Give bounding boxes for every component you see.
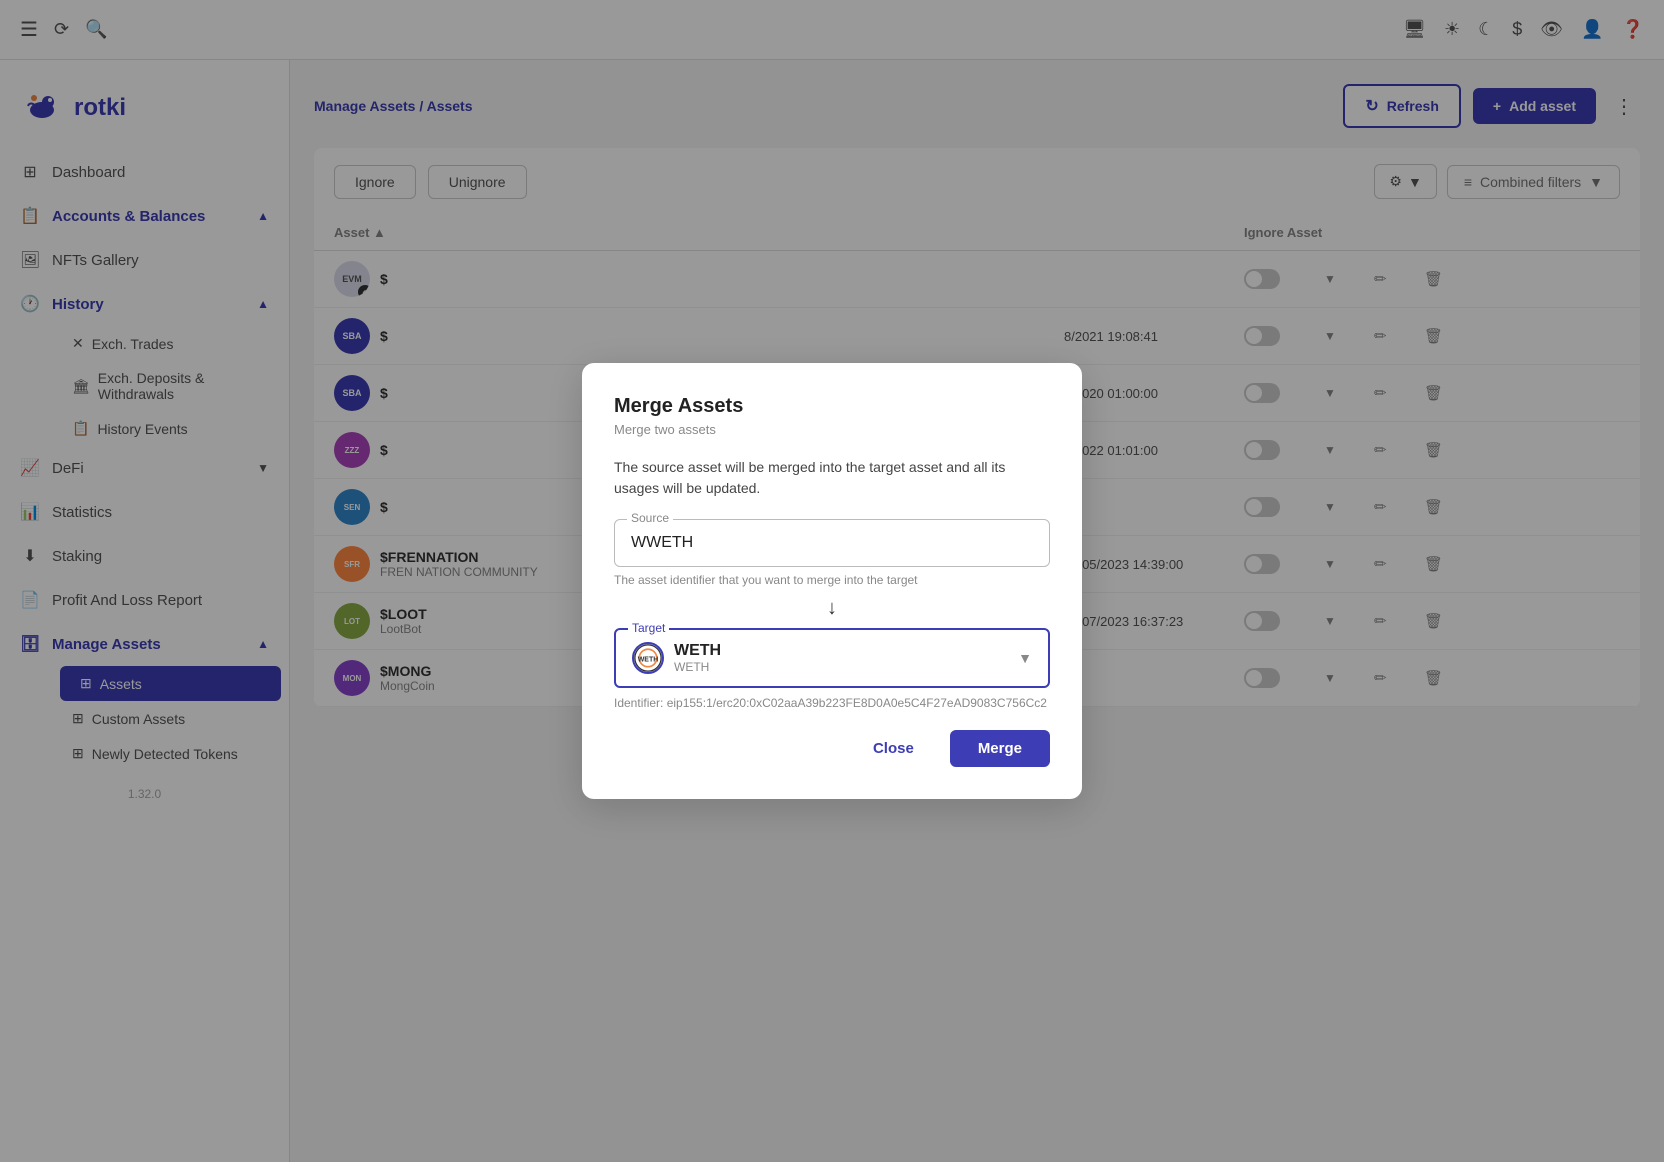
merge-button[interactable]: Merge — [950, 730, 1050, 767]
target-symbol: WETH — [674, 660, 1008, 674]
source-field-wrapper: Source — [614, 519, 1050, 567]
target-field: Target WETH WETH WETH ▼ — [614, 628, 1050, 688]
target-logo: WETH — [632, 642, 664, 674]
source-field: Source The asset identifier that you wan… — [614, 519, 1050, 587]
target-label: Target — [628, 621, 669, 635]
merge-assets-modal: Merge Assets Merge two assets The source… — [582, 363, 1082, 799]
modal-description: The source asset will be merged into the… — [614, 457, 1050, 499]
target-field-wrapper[interactable]: Target WETH WETH WETH ▼ — [614, 628, 1050, 688]
source-input[interactable] — [631, 534, 1033, 552]
close-button[interactable]: Close — [849, 730, 938, 767]
target-chevron-icon: ▼ — [1018, 650, 1032, 666]
svg-text:WETH: WETH — [638, 657, 659, 664]
target-info: WETH WETH — [674, 642, 1008, 674]
modal-actions: Close Merge — [614, 730, 1050, 767]
identifier-text: Identifier: eip155:1/erc20:0xC02aaA39b22… — [614, 696, 1050, 710]
source-label: Source — [627, 511, 673, 525]
modal-subtitle: Merge two assets — [614, 422, 1050, 437]
merge-arrow-icon: ↓ — [614, 597, 1050, 620]
target-name: WETH — [674, 642, 1008, 660]
source-hint: The asset identifier that you want to me… — [614, 573, 1050, 587]
modal-title: Merge Assets — [614, 395, 1050, 418]
modal-overlay[interactable]: Merge Assets Merge two assets The source… — [0, 0, 1664, 1162]
